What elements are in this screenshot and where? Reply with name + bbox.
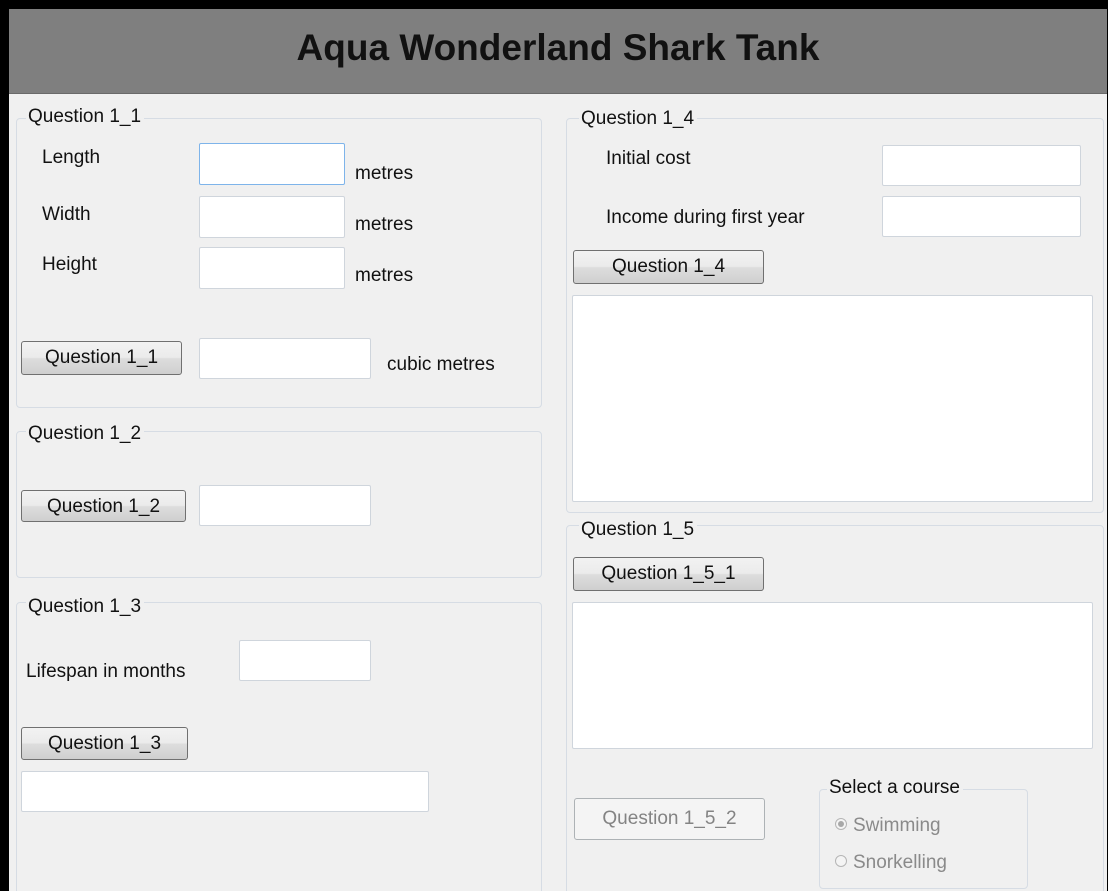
width-label: Width [42, 204, 91, 225]
initial-cost-label: Initial cost [606, 148, 691, 169]
height-unit-label: metres [355, 265, 414, 286]
radio-snorkelling[interactable]: Snorkelling [835, 852, 947, 874]
question-1-3-output[interactable] [21, 771, 429, 812]
title-banner: Aqua Wonderland Shark Tank [9, 9, 1107, 94]
initial-cost-input[interactable] [882, 145, 1081, 186]
radio-checked-icon [835, 817, 847, 830]
length-unit-label: metres [355, 163, 414, 184]
group-question-1-4-legend: Question 1_4 [579, 108, 698, 130]
group-question-1-1-legend: Question 1_1 [26, 106, 145, 128]
radio-snorkelling-label: Snorkelling [853, 852, 947, 873]
question-1-3-button[interactable]: Question 1_3 [21, 727, 188, 760]
radio-unchecked-icon [835, 854, 847, 867]
application-window: Aqua Wonderland Shark Tank Question 1_1 … [9, 9, 1107, 891]
question-1-5-1-button[interactable]: Question 1_5_1 [573, 557, 764, 591]
question-1-4-output[interactable] [572, 295, 1093, 502]
width-unit-label: metres [355, 214, 414, 235]
question-1-1-button[interactable]: Question 1_1 [21, 341, 182, 375]
length-input[interactable] [199, 143, 345, 185]
question-1-2-button[interactable]: Question 1_2 [21, 490, 186, 522]
volume-output[interactable] [199, 338, 371, 379]
lifespan-label: Lifespan in months [26, 661, 186, 682]
income-label: Income during first year [606, 207, 805, 228]
income-input[interactable] [882, 196, 1081, 237]
cubic-metres-label: cubic metres [387, 354, 495, 375]
question-1-5-2-button[interactable]: Question 1_5_2 [574, 798, 765, 840]
radio-swimming-label: Swimming [853, 815, 941, 836]
select-course-legend: Select a course [827, 777, 963, 799]
select-course-group [819, 789, 1028, 889]
lifespan-input[interactable] [239, 640, 371, 681]
question-1-4-button[interactable]: Question 1_4 [573, 250, 764, 284]
page-title: Aqua Wonderland Shark Tank [296, 27, 820, 68]
question-1-2-output[interactable] [199, 485, 371, 526]
group-question-1-3-legend: Question 1_3 [26, 596, 145, 618]
radio-swimming[interactable]: Swimming [835, 815, 941, 837]
length-label: Length [42, 147, 101, 168]
height-input[interactable] [199, 247, 345, 289]
height-label: Height [42, 254, 97, 275]
question-1-5-output[interactable] [572, 602, 1093, 749]
group-question-1-2-legend: Question 1_2 [26, 423, 145, 445]
group-question-1-5-legend: Question 1_5 [579, 519, 698, 541]
width-input[interactable] [199, 196, 345, 238]
